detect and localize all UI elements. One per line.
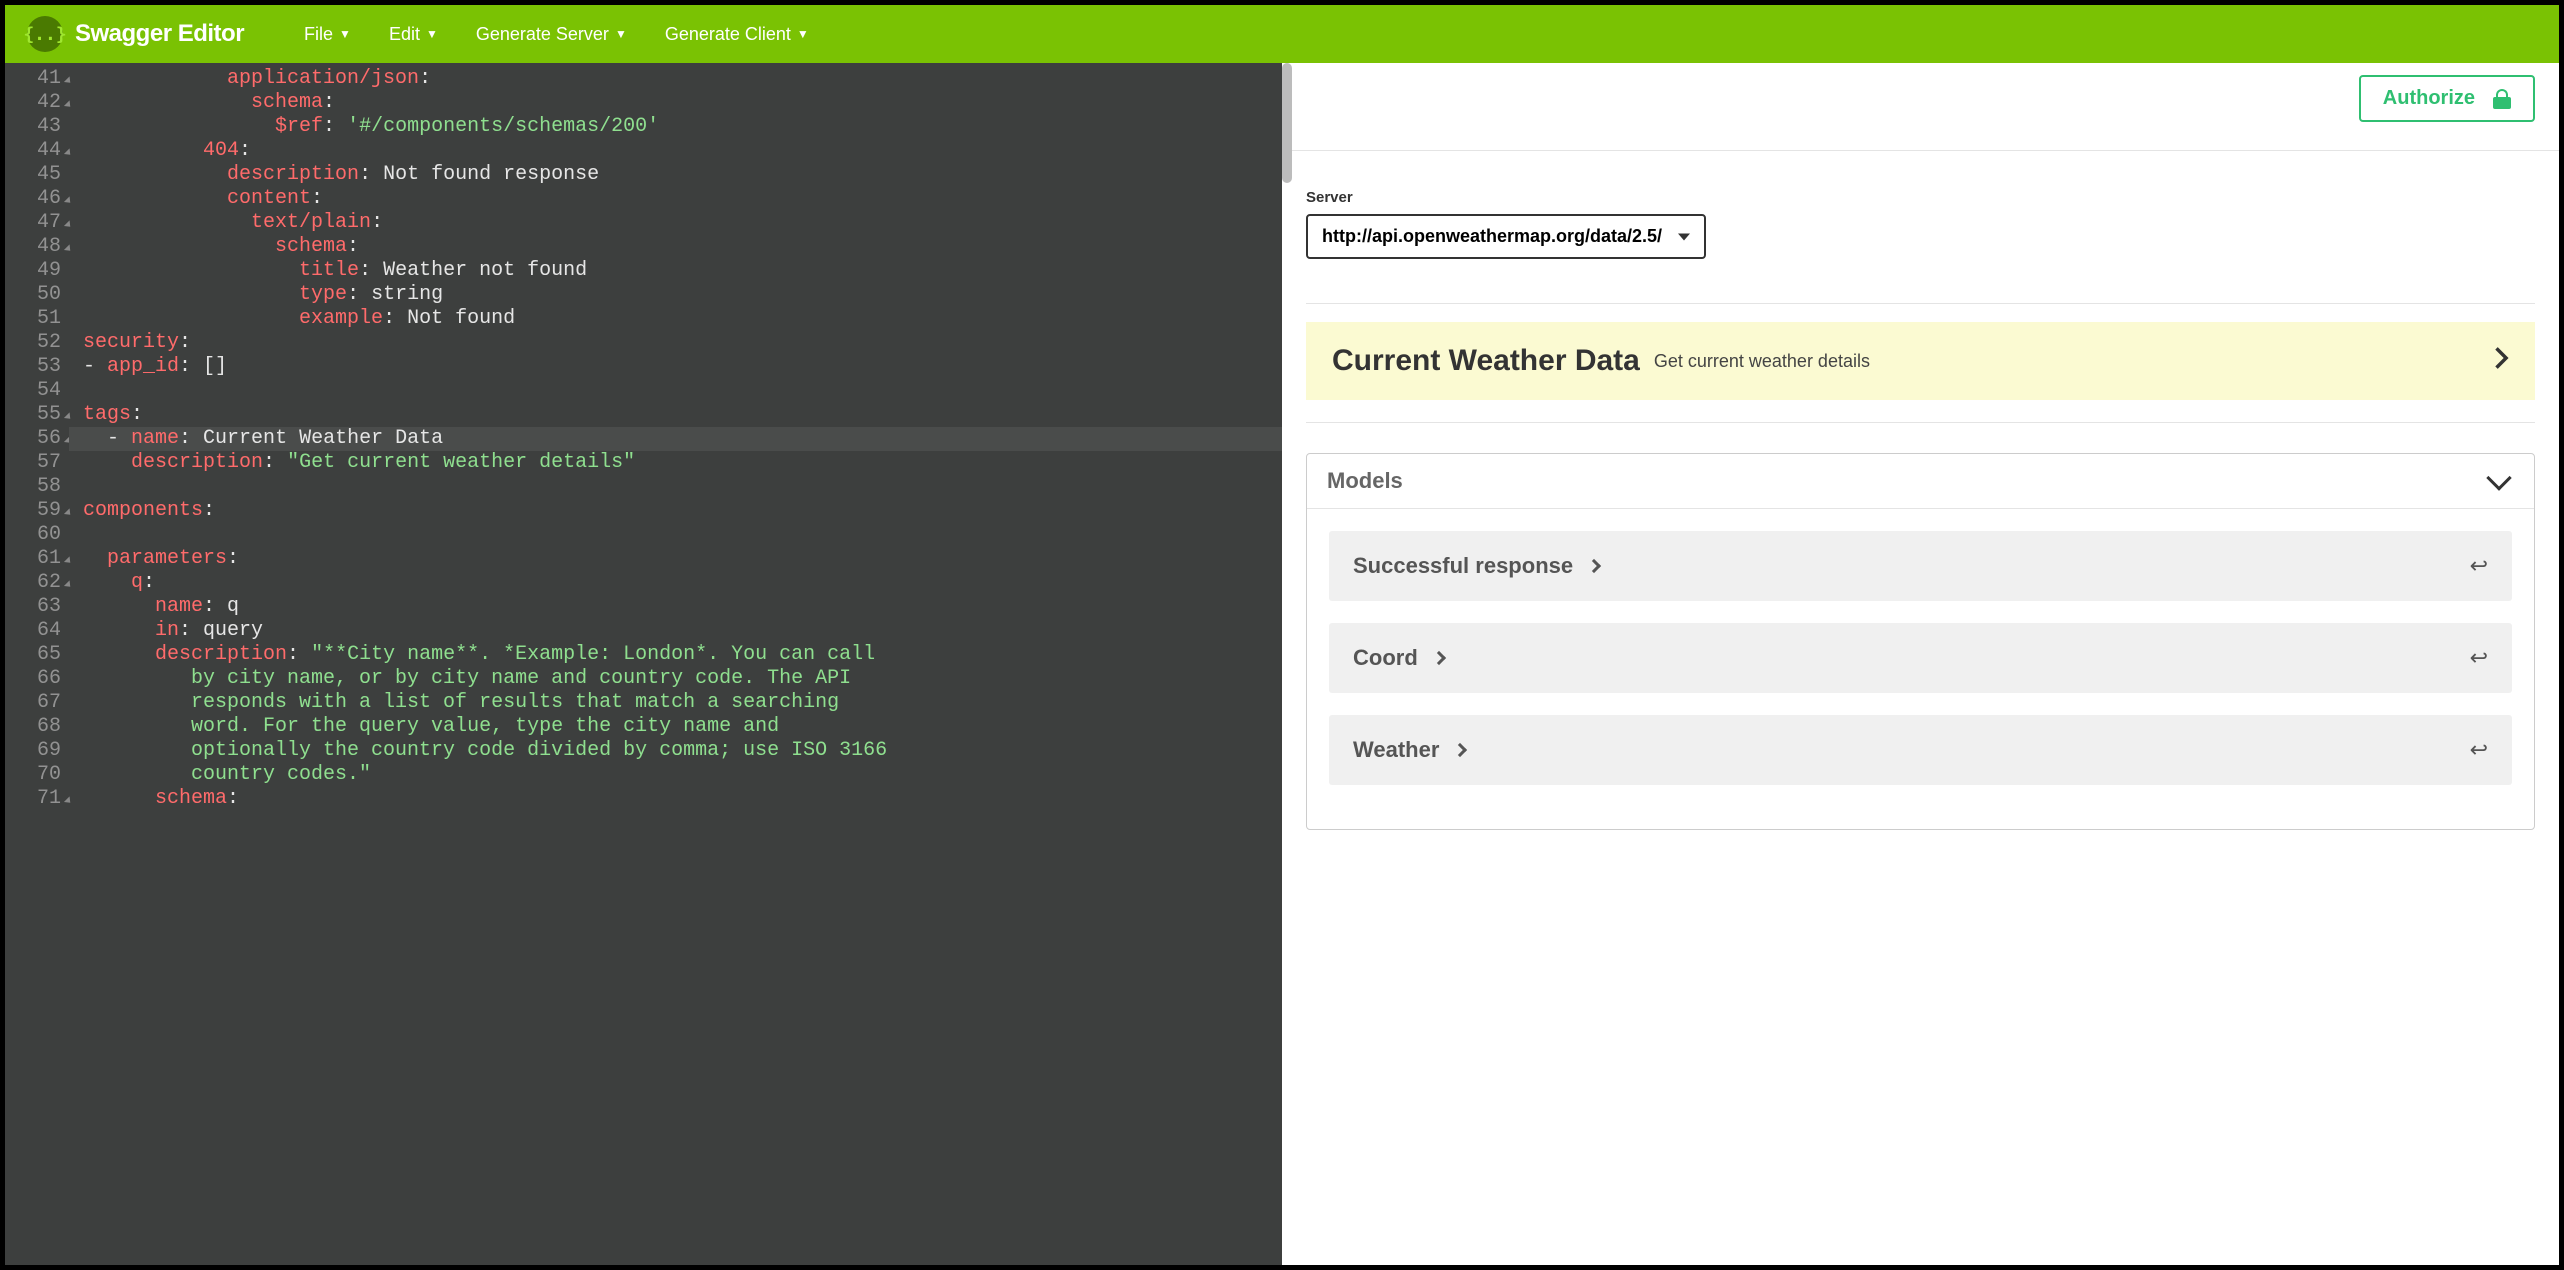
main-menu: File▼ Edit▼ Generate Server▼ Generate Cl… [304,24,809,45]
chevron-right-icon [1432,651,1446,665]
authorize-button[interactable]: Authorize [2359,75,2535,122]
server-select[interactable]: http://api.openweathermap.org/data/2.5/ [1306,214,1706,259]
chevron-right-icon [1587,559,1601,573]
server-label: Server [1306,189,2535,206]
tag-current-weather-data[interactable]: Current Weather Data Get current weather… [1306,322,2535,400]
chevron-down-icon [1678,233,1690,240]
topbar: {..} Swagger Editor File▼ Edit▼ Generate… [5,5,2559,63]
code-editor[interactable]: 4142434445464748495051525354555657585960… [5,63,1282,1265]
menu-edit[interactable]: Edit▼ [389,24,438,45]
scrollbar-thumb[interactable] [1282,63,1292,183]
divider [1282,150,2559,151]
menu-file[interactable]: File▼ [304,24,351,45]
logo: {..} Swagger Editor [27,16,244,52]
models-header[interactable]: Models [1307,454,2534,509]
menu-generate-server[interactable]: Generate Server▼ [476,24,627,45]
divider [1306,422,2535,423]
authorize-label: Authorize [2383,87,2475,110]
server-value: http://api.openweathermap.org/data/2.5/ [1322,226,1662,247]
model-row[interactable]: Coord ↩ [1329,623,2512,693]
models-title: Models [1327,468,1403,494]
return-icon: ↩ [2470,737,2488,763]
tag-title: Current Weather Data [1332,344,1640,378]
return-icon: ↩ [2470,553,2488,579]
tag-description: Get current weather details [1654,351,2495,372]
swagger-logo-icon: {..} [27,16,63,52]
model-row[interactable]: Successful response ↩ [1329,531,2512,601]
dropdown-icon: ▼ [797,27,809,41]
menu-generate-client[interactable]: Generate Client▼ [665,24,809,45]
model-name: Successful response [1353,553,1599,579]
dropdown-icon: ▼ [426,27,438,41]
models-section: Models Successful response↩Coord↩Weather… [1306,453,2535,830]
dropdown-icon: ▼ [615,27,627,41]
main-split: 4142434445464748495051525354555657585960… [5,63,2559,1265]
lock-icon [2493,89,2511,109]
code-area[interactable]: application/json: schema: $ref: '#/compo… [69,63,1282,1265]
model-name: Weather [1353,737,1465,763]
swagger-ui-panel: Authorize Server http://api.openweatherm… [1282,63,2559,1265]
model-row[interactable]: Weather ↩ [1329,715,2512,785]
dropdown-icon: ▼ [339,27,351,41]
return-icon: ↩ [2470,645,2488,671]
chevron-right-icon [1453,743,1467,757]
line-gutter: 4142434445464748495051525354555657585960… [5,63,69,1265]
chevron-down-icon [2486,465,2511,490]
app-title: Swagger Editor [75,20,244,48]
divider [1306,303,2535,304]
model-name: Coord [1353,645,1444,671]
chevron-right-icon [2495,347,2509,376]
models-list: Successful response ↩ Coord ↩ Weather ↩ [1307,509,2534,829]
